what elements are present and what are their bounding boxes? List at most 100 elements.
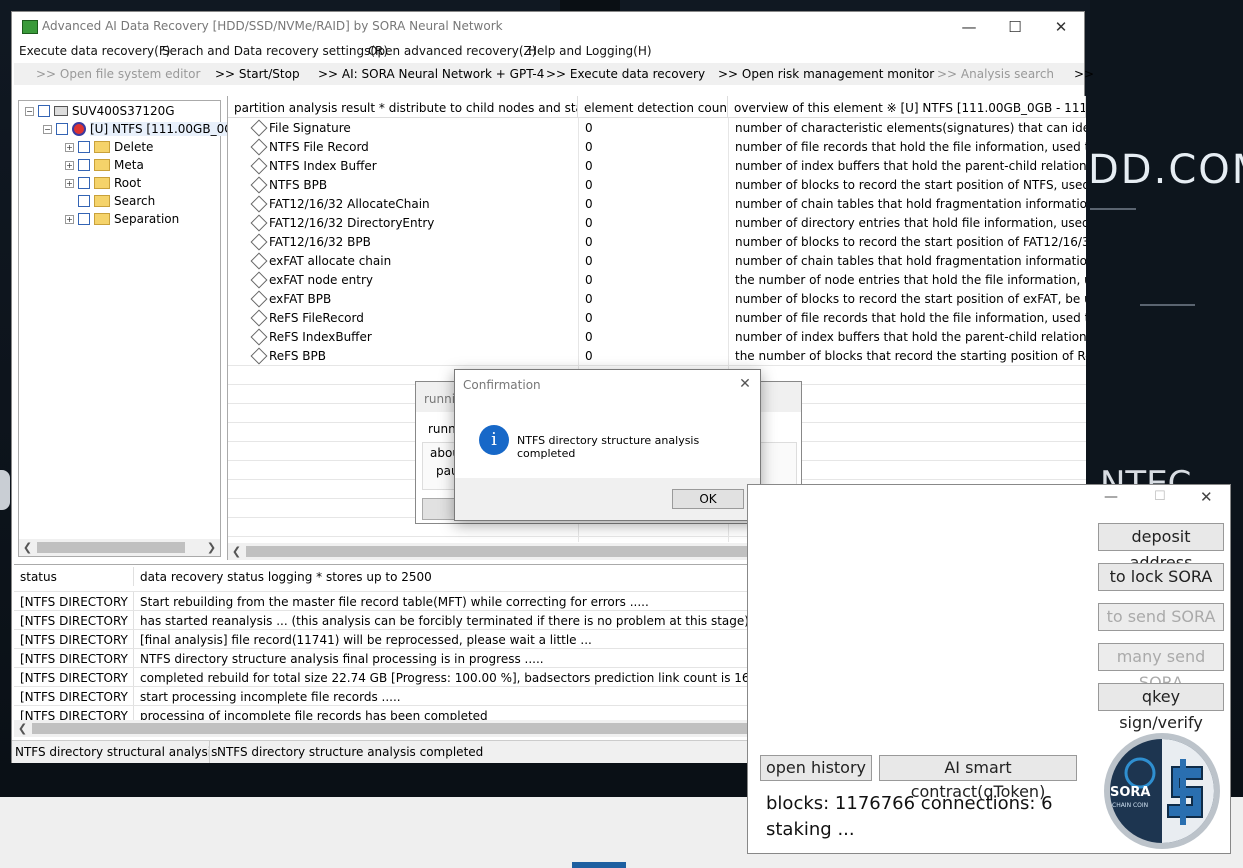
node-checkbox[interactable] [78,159,90,171]
tree-node-meta[interactable]: + Meta [65,156,144,174]
volume-checkbox[interactable] [56,123,68,135]
toolbar-risk-monitor[interactable]: >> Open risk management monitor [718,67,934,81]
title-bar[interactable]: Advanced AI Data Recovery [HDD/SSD/NVMe/… [12,12,1084,42]
collapse-icon[interactable]: − [43,124,52,134]
wallet-window: — ☐ ✕ deposit address to lock SORA to se… [747,484,1231,854]
expand-icon[interactable]: + [65,178,74,188]
row-name: exFAT allocate chain [269,254,392,268]
table-row[interactable]: exFAT allocate chain 0 number of chain tab… [228,251,1086,270]
signature-icon [250,271,268,289]
row-name: FAT12/16/32 DirectoryEntry [269,216,435,230]
signature-icon [250,233,268,251]
scroll-left-icon[interactable]: ❮ [14,720,31,737]
toolbar-execute-data-recovery[interactable]: >> Execute data recovery [546,67,705,81]
menu-search-settings[interactable]: Serach and Data recovery settings(R) [162,44,388,58]
node-checkbox[interactable] [78,195,90,207]
send-sora-button[interactable]: to send SORA [1098,603,1224,631]
disk-checkbox[interactable] [38,105,50,117]
row-name: NTFS Index Buffer [269,159,377,173]
folder-icon [94,141,110,153]
table-row[interactable]: NTFS BPB 0 number of blocks to record the … [228,175,1086,194]
ok-button[interactable]: OK [672,489,744,509]
minimize-icon[interactable]: — [1104,489,1118,505]
scroll-right-icon[interactable]: ❯ [203,539,220,556]
table-row[interactable]: FAT12/16/32 DirectoryEntry 0 number of dir… [228,213,1086,232]
tree-node-separation[interactable]: + Separation [65,210,179,228]
row-overview: number of file records that hold the fil… [735,140,1086,154]
table-row[interactable]: ReFS BPB 0 the number of blocks that recor… [228,346,1086,365]
row-count: 0 [585,159,593,173]
node-checkbox[interactable] [78,141,90,153]
row-count: 0 [585,273,593,287]
column-header-overview[interactable]: overview of this element ※ [U] NTFS [111… [728,96,1086,118]
maximize-icon[interactable]: ☐ [1154,489,1166,504]
table-row[interactable]: NTFS Index Buffer 0 number of index buffer… [228,156,1086,175]
scrollbar-thumb[interactable] [246,546,808,557]
menu-execute-data-recovery[interactable]: Execute data recovery(F) [19,44,170,58]
log-header-status[interactable]: status [20,570,132,584]
table-row[interactable]: NTFS File Record 0 number of file records … [228,137,1086,156]
row-count: 0 [585,311,593,325]
log-status: [NTFS DIRECTORY S... [20,595,132,609]
node-checkbox[interactable] [78,177,90,189]
tree-node-root[interactable]: + Root [65,174,141,192]
many-send-sora-button[interactable]: many send SORA [1098,643,1224,692]
tree-node-search[interactable]: Search [78,192,155,210]
expand-icon[interactable]: + [65,160,74,170]
close-icon[interactable]: ✕ [1200,488,1213,506]
deposit-address-button[interactable]: deposit address [1098,523,1224,572]
app-icon [22,20,38,34]
tree-node-label: Delete [114,140,154,154]
row-count: 0 [585,292,593,306]
table-row[interactable]: FAT12/16/32 AllocateChain 0 number of chai… [228,194,1086,213]
toolbar-start-stop[interactable]: >> Start/Stop [215,67,300,81]
node-checkbox[interactable] [78,213,90,225]
signature-icon [250,252,268,270]
qkey-sign-verify-button[interactable]: qkey sign/verify [1098,683,1224,732]
table-row[interactable]: File Signature 0 number of characteristic … [228,118,1086,137]
menu-help-logging[interactable]: Help and Logging(H) [528,44,652,58]
lock-sora-button[interactable]: to lock SORA [1098,563,1224,591]
tree-node-label: Meta [114,158,144,172]
collapse-icon[interactable]: − [25,106,34,116]
column-header-count[interactable]: element detection count [578,96,728,118]
row-name: ReFS BPB [269,349,327,363]
close-icon[interactable]: ✕ [731,373,759,395]
row-count: 0 [585,254,593,268]
table-row[interactable]: ReFS IndexBuffer 0 number of index buffers… [228,327,1086,346]
smart-contract-button[interactable]: AI smart contract(qToken) [879,755,1077,801]
toolbar-analysis-search[interactable]: >> Analysis search [937,67,1054,81]
wallet-title-bar[interactable]: — ☐ ✕ [1082,485,1230,513]
minimize-icon[interactable]: — [946,12,992,42]
expand-icon[interactable]: + [65,142,74,152]
row-count: 0 [585,216,593,230]
toolbar-more[interactable]: >> [1074,67,1094,81]
maximize-icon[interactable]: ☐ [992,12,1038,42]
scrollbar-thumb[interactable] [32,723,844,734]
table-row[interactable]: FAT12/16/32 BPB 0 number of blocks to reco… [228,232,1086,251]
row-count: 0 [585,235,593,249]
row-overview: the number of node entries that hold the… [735,273,1086,287]
toolbar-open-fs-editor[interactable]: >> Open file system editor [36,67,200,81]
row-overview: number of blocks to record the start pos… [735,235,1086,249]
tree-node-delete[interactable]: + Delete [65,138,153,156]
scroll-left-icon[interactable]: ❮ [19,539,36,556]
tree-node-disk[interactable]: − SUV400S37120G [25,102,175,120]
scrollbar-thumb[interactable] [37,542,185,553]
row-overview: number of chain tables that hold fragmen… [735,197,1086,211]
column-header-result[interactable]: partition analysis result * distribute t… [228,96,578,118]
table-row[interactable]: exFAT BPB 0 number of blocks to record the… [228,289,1086,308]
menu-open-advanced-recovery[interactable]: Open advanced recovery(Z) [368,44,536,58]
open-history-button[interactable]: open history [760,755,872,781]
tree-horizontal-scrollbar[interactable]: ❮ ❯ [19,539,220,556]
expand-icon[interactable]: + [65,214,74,224]
row-overview: number of index buffers that hold the pa… [735,159,1086,173]
window-title: Advanced AI Data Recovery [HDD/SSD/NVMe/… [42,19,503,33]
table-row[interactable]: exFAT node entry 0 the number of node entr… [228,270,1086,289]
toolbar-ai-sora[interactable]: >> AI: SORA Neural Network + GPT-4 [318,67,544,81]
table-row[interactable]: ReFS FileRecord 0 number of file records t… [228,308,1086,327]
scroll-left-icon[interactable]: ❮ [228,543,245,560]
signature-icon [250,309,268,327]
tree-node-volume[interactable]: − [U] NTFS [111.00GB_0G [43,120,234,138]
close-icon[interactable]: ✕ [1038,12,1084,42]
